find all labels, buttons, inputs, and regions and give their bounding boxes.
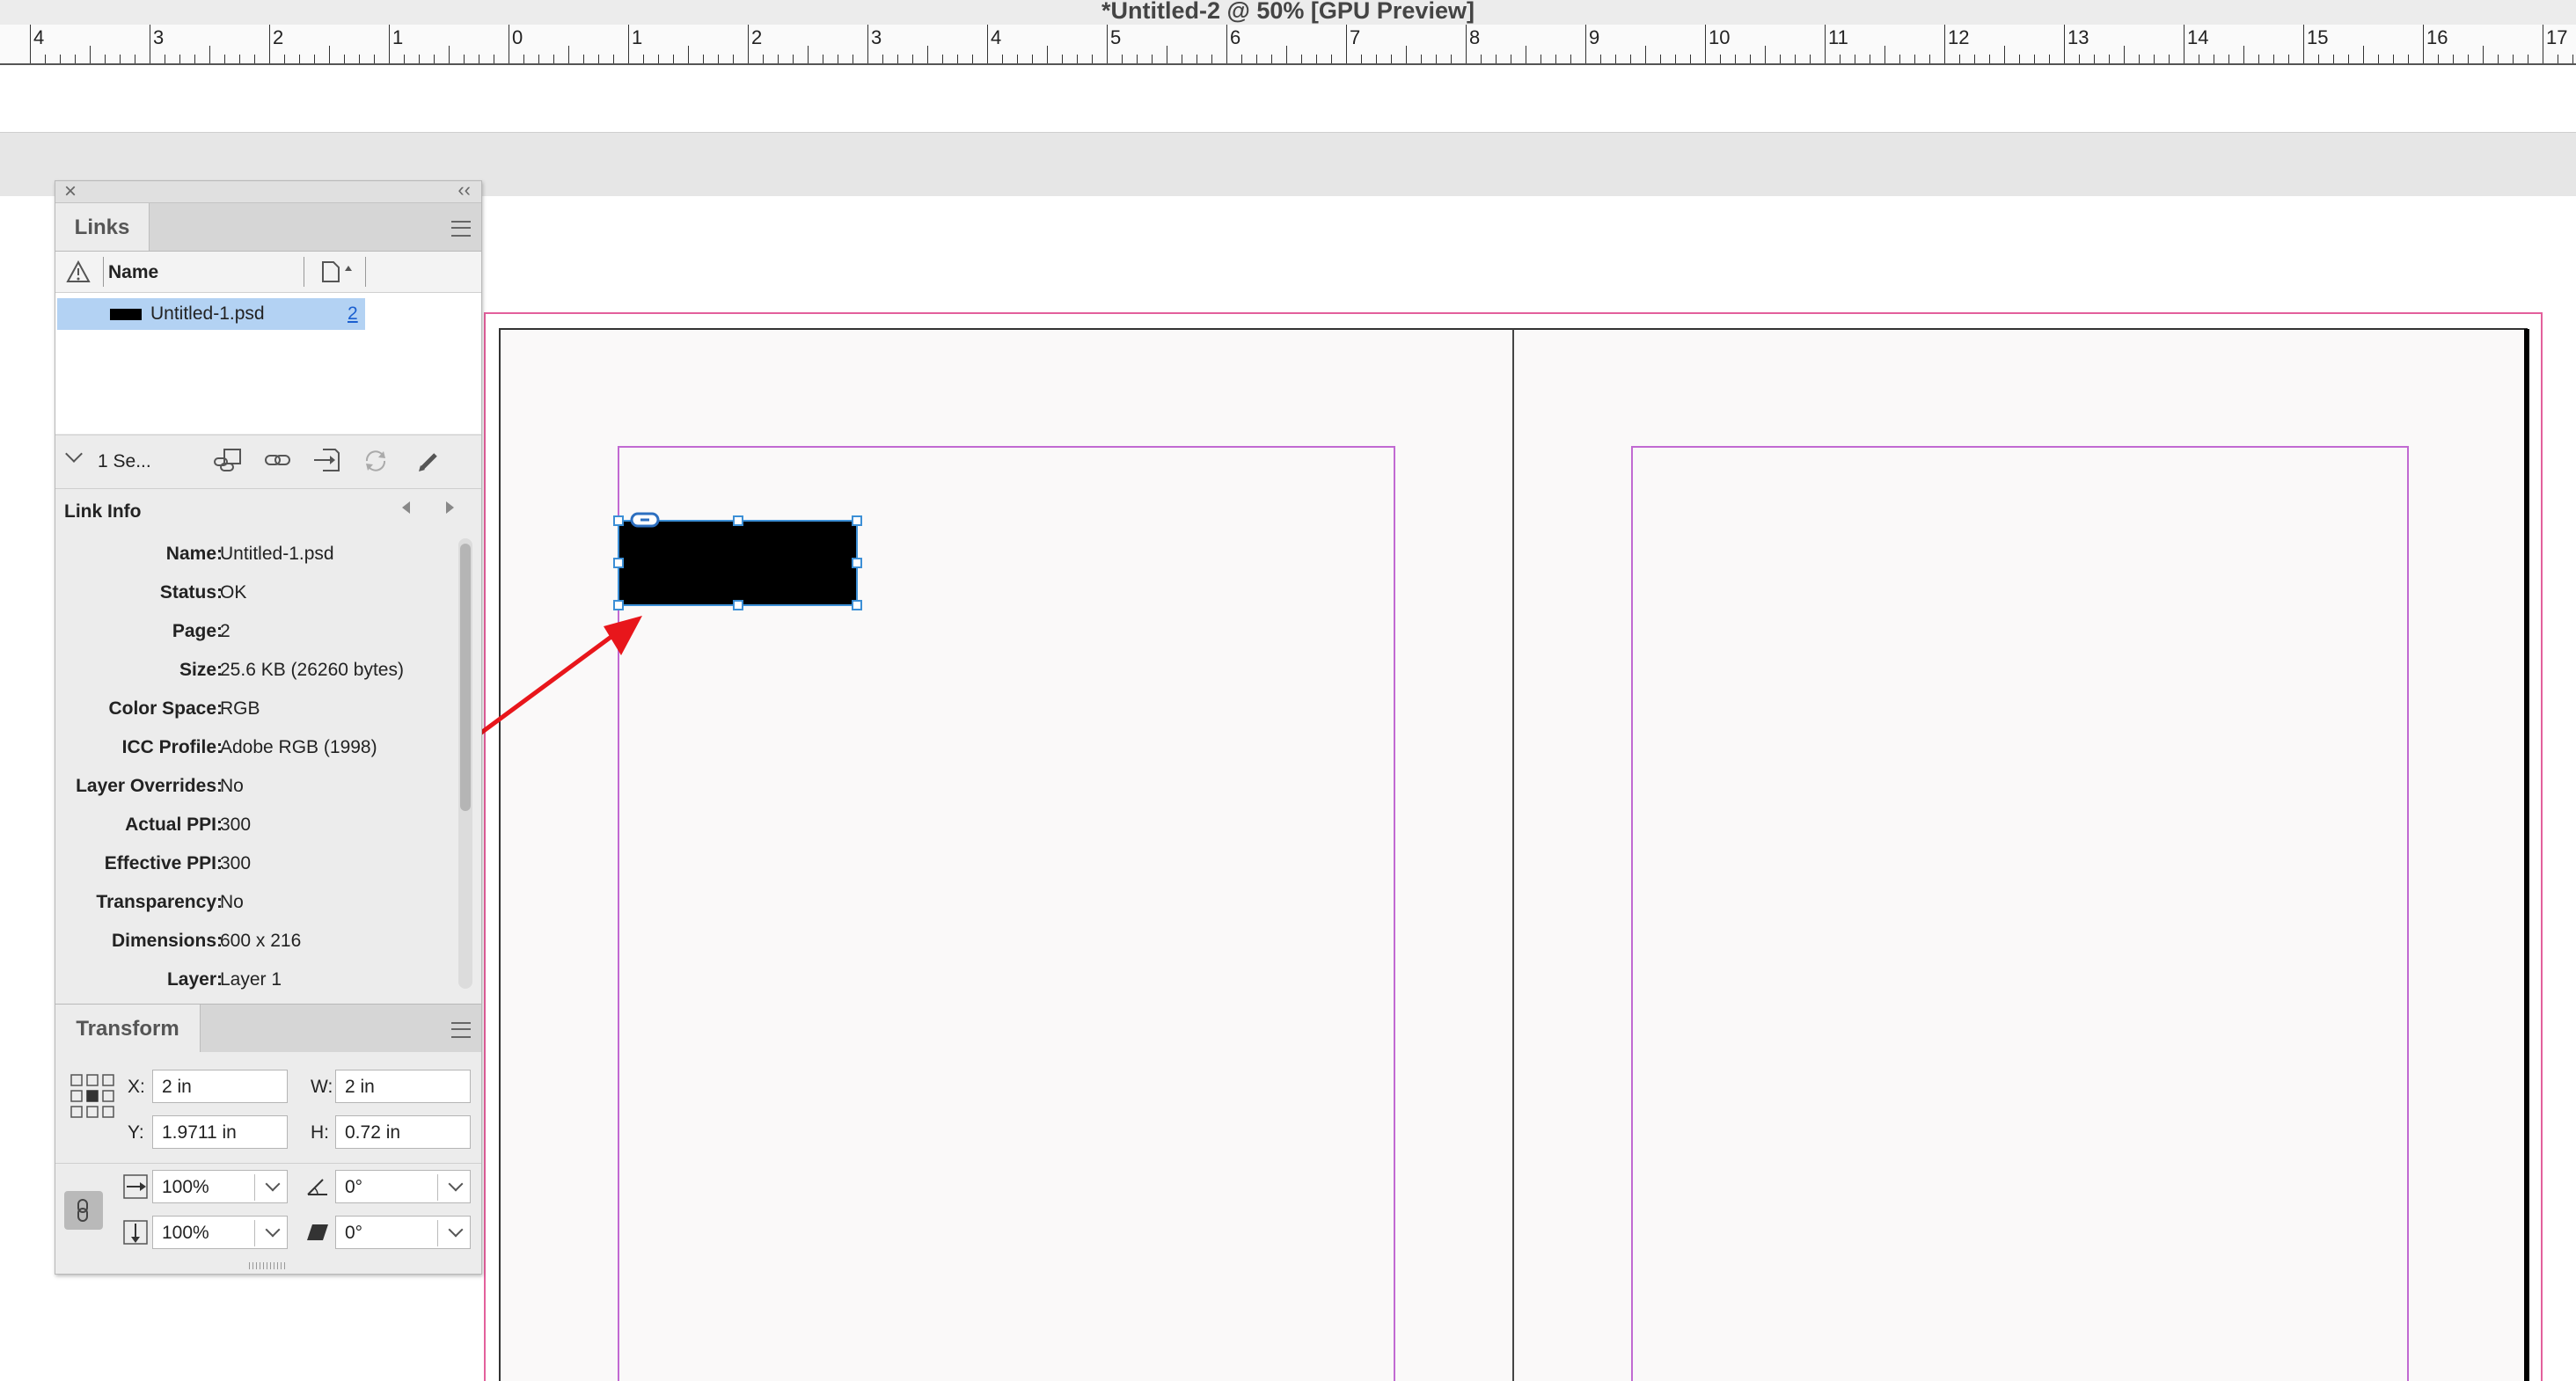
chevron-down-icon bbox=[448, 1176, 464, 1192]
info-row-icc-profile: ICC Profile: Adobe RGB (1998) bbox=[121, 737, 377, 757]
info-row-size: Size: 25.6 KB (26260 bytes) bbox=[179, 660, 404, 680]
selection-handle bbox=[852, 515, 862, 526]
scale-y-select[interactable]: 100% bbox=[152, 1216, 288, 1249]
link-badge-icon bbox=[630, 512, 660, 528]
scale-y-icon bbox=[123, 1220, 148, 1245]
chevron-down-icon bbox=[265, 1222, 281, 1238]
goto-link-icon[interactable] bbox=[263, 449, 293, 472]
selection-summary: 1 Se... bbox=[98, 451, 151, 471]
scale-x-icon bbox=[123, 1174, 148, 1199]
info-row-dimensions: Dimensions: 600 x 216 bbox=[111, 931, 302, 951]
selection-handle bbox=[852, 600, 862, 610]
info-row-status: Status: OK bbox=[159, 582, 247, 603]
x-input[interactable]: 2 in bbox=[152, 1070, 288, 1103]
links-toolbar: 1 Se... bbox=[55, 435, 481, 489]
y-label: Y: bbox=[128, 1122, 144, 1143]
links-column-header: Name bbox=[55, 252, 481, 293]
transform-body: X: 2 in W: 2 in Y: 1.9711 in H: 0.72 in … bbox=[55, 1052, 481, 1260]
panel-dock: × ‹‹ Links Name Untitled-1.psd 2 1 Se...… bbox=[55, 179, 482, 1275]
list-item[interactable]: Untitled-1.psd 2 bbox=[57, 298, 365, 330]
relink-icon[interactable] bbox=[212, 448, 244, 474]
transform-panel-menu-icon[interactable] bbox=[451, 1022, 471, 1038]
info-row-name: Name: Untitled-1.psd bbox=[165, 544, 334, 564]
transform-tab-bar: Transform bbox=[55, 1004, 481, 1053]
chevron-down-icon bbox=[265, 1176, 281, 1192]
info-row-layer-overrides: Layer Overrides: No bbox=[76, 776, 244, 796]
links-list: Untitled-1.psd 2 bbox=[55, 293, 481, 434]
chevron-down-icon[interactable] bbox=[65, 445, 83, 463]
constrain-link-icon bbox=[77, 1199, 88, 1222]
link-info-title: Link Info bbox=[64, 501, 142, 522]
link-info-header: Link Info bbox=[55, 489, 481, 535]
chevron-down-icon bbox=[448, 1222, 464, 1238]
update-link-icon[interactable] bbox=[362, 448, 390, 474]
link-page-number[interactable]: 2 bbox=[348, 303, 358, 325]
x-label: X: bbox=[128, 1077, 145, 1097]
panel-resize-grip[interactable] bbox=[249, 1262, 288, 1269]
page-icon[interactable] bbox=[321, 260, 362, 283]
y-input[interactable]: 1.9711 in bbox=[152, 1115, 288, 1149]
links-tab-bar: Links bbox=[55, 203, 481, 252]
scrollbar-thumb[interactable] bbox=[460, 544, 471, 811]
w-label: W: bbox=[311, 1077, 333, 1097]
info-row-transparency: Transparency: No bbox=[96, 892, 244, 912]
collapse-icon[interactable]: ‹‹ bbox=[457, 179, 471, 201]
embed-icon[interactable] bbox=[312, 448, 342, 474]
reference-point-icon[interactable] bbox=[70, 1073, 115, 1119]
info-row-page: Page: 2 bbox=[172, 621, 231, 641]
h-label: H: bbox=[311, 1122, 329, 1143]
link-name: Untitled-1.psd bbox=[150, 303, 265, 324]
rotation-select[interactable]: 0° bbox=[335, 1170, 471, 1203]
selection-handle bbox=[613, 515, 624, 526]
warning-icon[interactable] bbox=[66, 260, 91, 283]
link-info-scrollbar[interactable] bbox=[458, 538, 472, 989]
close-icon[interactable]: × bbox=[64, 179, 77, 204]
info-row-color-space: Color Space: RGB bbox=[108, 698, 260, 719]
link-thumbnail bbox=[110, 309, 142, 320]
rotate-icon bbox=[307, 1179, 327, 1195]
w-input[interactable]: 2 in bbox=[335, 1070, 471, 1103]
tab-transform[interactable]: Transform bbox=[55, 1005, 201, 1052]
info-row-actual-ppi: Actual PPI: 300 bbox=[125, 815, 252, 835]
info-row-effective-ppi: Effective PPI: 300 bbox=[104, 853, 252, 873]
shear-icon bbox=[307, 1224, 328, 1240]
h-input[interactable]: 0.72 in bbox=[335, 1115, 471, 1149]
scale-x-select[interactable]: 100% bbox=[152, 1170, 288, 1203]
links-panel-menu-icon[interactable] bbox=[451, 221, 471, 237]
edit-original-icon[interactable] bbox=[416, 448, 443, 474]
constrain-proportions-button[interactable] bbox=[64, 1191, 103, 1230]
panel-top-strip: × ‹‹ bbox=[55, 179, 481, 204]
placed-image-frame[interactable] bbox=[613, 512, 862, 610]
prev-arrow-icon[interactable] bbox=[402, 501, 410, 514]
next-arrow-icon[interactable] bbox=[446, 501, 454, 514]
selection-handle bbox=[733, 600, 743, 610]
selection-handle bbox=[733, 515, 743, 526]
selection-handle bbox=[613, 558, 624, 568]
info-row-layer: Layer: Layer 1 bbox=[166, 969, 282, 990]
column-header-name[interactable]: Name bbox=[108, 262, 158, 283]
selection-handle bbox=[613, 600, 624, 610]
tab-links[interactable]: Links bbox=[55, 203, 150, 251]
placed-image bbox=[618, 520, 858, 606]
selection-handle bbox=[852, 558, 862, 568]
shear-select[interactable]: 0° bbox=[335, 1216, 471, 1249]
